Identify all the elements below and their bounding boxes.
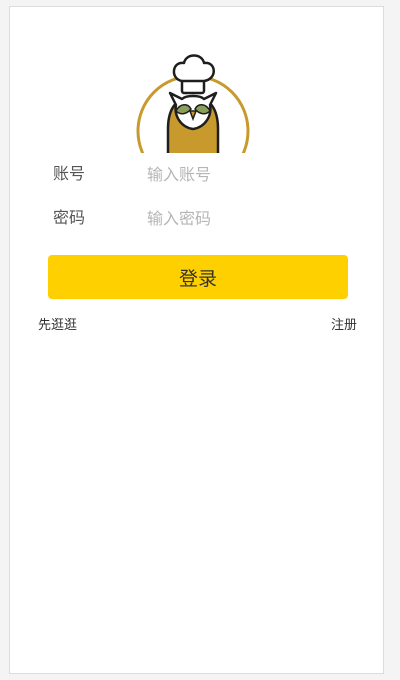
password-row: 密码 [10, 198, 385, 238]
password-input[interactable] [147, 204, 347, 232]
owl-icon [136, 54, 250, 153]
account-label: 账号 [53, 164, 86, 183]
login-button[interactable]: 登录 [48, 255, 348, 299]
browse-link[interactable]: 先逛逛 [38, 318, 77, 334]
login-screen: 账号 密码 登录 先逛逛 注册 [9, 6, 384, 674]
account-input[interactable] [147, 160, 347, 188]
chef-owl-logo [130, 49, 260, 153]
register-link[interactable]: 注册 [331, 318, 357, 334]
password-label: 密码 [53, 208, 86, 227]
account-row: 账号 [10, 154, 385, 194]
